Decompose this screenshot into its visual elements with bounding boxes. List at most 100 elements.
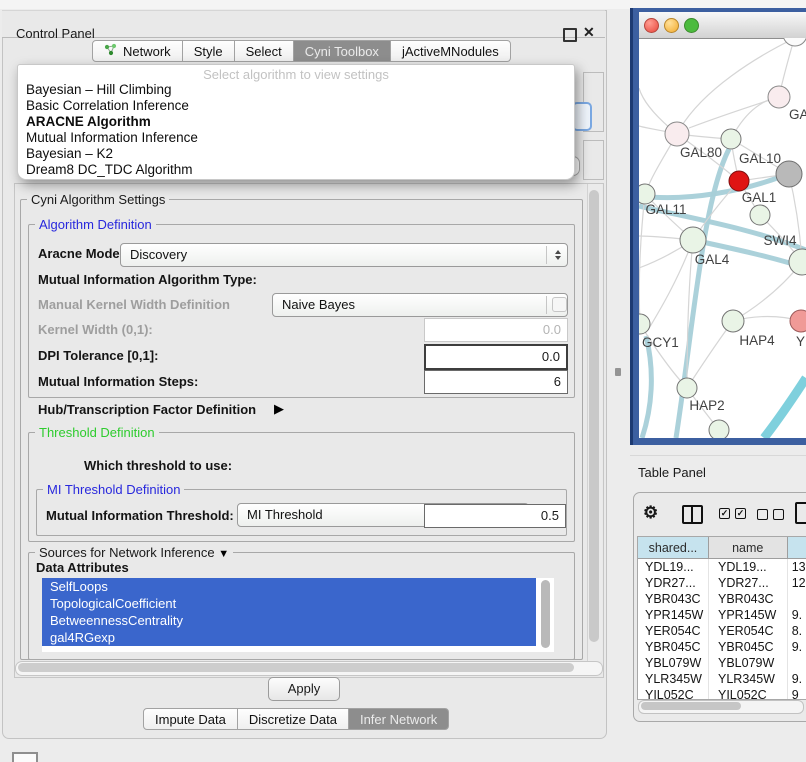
collapse-arrow-icon[interactable]: ▼ [218,548,229,560]
manual-kernel-checkbox[interactable] [552,297,567,312]
mi-type-value: Naive Bayes [282,297,355,312]
network-edge [639,194,645,324]
table-row[interactable]: YDR27...YDR27...12 [638,575,806,591]
table-cell: YPR145W [709,607,788,623]
tab-infer-network[interactable]: Infer Network [348,708,449,730]
algorithm-option[interactable]: Basic Correlation Inference [18,98,574,114]
table-row[interactable]: YBR045CYBR045C9. [638,639,806,655]
node-gray[interactable] [776,161,802,187]
tab-label: Select [246,44,282,59]
group-title: Cyni Algorithm Settings [27,192,169,207]
node-salmon[interactable] [790,310,806,332]
node-hap2[interactable] [677,378,697,398]
node-gcy1[interactable] [639,314,650,334]
apply-button[interactable]: Apply [268,677,340,701]
close-traffic-light-icon[interactable] [644,18,659,33]
algorithm-option[interactable]: Mutual Information Inference [18,130,574,146]
node-gal10[interactable] [721,129,741,149]
algorithm-option[interactable]: ARACNE Algorithm [18,114,574,130]
close-icon[interactable]: ✕ [583,24,595,41]
aracne-mode-select[interactable]: Discovery [120,243,568,267]
select-all-icon[interactable]: ✓✓ [719,508,746,519]
node-hap4[interactable] [722,310,744,332]
horizontal-scrollbar-thumb[interactable] [18,663,574,672]
tab-cyni-toolbox[interactable]: Cyni Toolbox [293,40,391,62]
node-swi4[interactable] [789,249,806,275]
node-gal1-red[interactable] [729,171,749,191]
tab-style[interactable]: Style [182,40,235,62]
algorithm-option[interactable]: Bayesian – Hill Climbing [18,82,574,98]
gear-icon[interactable]: ⚙ [643,503,658,523]
mi-type-select[interactable]: Naive Bayes [272,293,568,317]
table-horizontal-scrollbar-thumb[interactable] [641,702,741,710]
table-cell: YBL079W [709,655,788,671]
tab-label: Cyni Toolbox [305,44,379,59]
node-bottom-partial[interactable] [709,420,729,438]
kernel-width-input[interactable]: 0.0 [424,318,568,342]
tab-network[interactable]: Network [92,40,183,62]
table-row[interactable]: YBR043CYBR043C [638,591,806,607]
table-cell: YBL079W [638,655,709,671]
table-row[interactable]: YLR345WYLR345W9. [638,671,806,687]
which-threshold-label: Which threshold to use: [84,458,232,473]
attribute-item[interactable]: SelfLoops [42,578,536,595]
table-cell: 9 [788,687,806,700]
list-scrollbar-thumb[interactable] [541,580,550,648]
tab-impute-data[interactable]: Impute Data [143,708,238,730]
table-row[interactable]: YER054CYER054C8. [638,623,806,639]
attribute-item[interactable]: gal4RGexp [42,629,536,646]
dpi-tolerance-input[interactable]: 0.0 [424,344,568,370]
tab-select[interactable]: Select [234,40,294,62]
attribute-item[interactable]: BetweennessCentrality [42,612,536,629]
table-row[interactable]: YPR145WYPR145W9. [638,607,806,623]
zoom-traffic-light-icon[interactable] [684,18,699,33]
tab-discretize-data[interactable]: Discretize Data [237,708,349,730]
group-title: Algorithm Definition [35,217,156,232]
export-table-icon[interactable] [795,502,806,524]
network-edge [640,324,687,388]
node-gcy1-label: GCY1 [642,335,679,350]
mi-threshold-input[interactable]: 0.5 [424,504,566,528]
mi-threshold-label: Mutual Information Threshold: [46,508,234,523]
vertical-scrollbar-thumb[interactable] [589,190,599,642]
algorithm-option[interactable]: Bayesian – K2 [18,146,574,162]
node-table: shared... name YDL19...YDL19...13YDR27..… [637,536,806,700]
table-panel-divider [630,455,806,456]
table-row[interactable]: YDL19...YDL19...13 [638,559,806,575]
deselect-all-icon[interactable] [757,509,784,520]
table-row[interactable]: YBL079WYBL079W [638,655,806,671]
group-title: MI Threshold Definition [43,482,184,497]
expand-arrow-icon[interactable]: ▶ [274,401,284,417]
node-gal4[interactable] [680,227,706,253]
column-header-name[interactable]: name [709,537,788,558]
data-attributes-list[interactable]: SelfLoopsTopologicalCoefficientBetweenne… [42,578,554,652]
aracne-mode-value: Discovery [130,247,187,262]
algorithm-placeholder: Select algorithm to view settings [18,65,574,82]
table-cell: YDL19... [638,559,709,575]
panel-splitter-grip[interactable] [615,368,621,376]
node-green-mid[interactable] [750,205,770,225]
mi-steps-input[interactable]: 6 [424,370,568,394]
node-gal11[interactable] [639,184,655,204]
hidden-combo-arrow-button[interactable] [572,102,592,131]
bottom-tabs: Impute Data Discretize Data Infer Networ… [143,708,449,730]
node-top-partial[interactable] [783,38,806,46]
table-cell [788,655,806,671]
column-header-shared-name[interactable]: shared... [638,537,709,558]
tab-jactivemnodules[interactable]: jActiveMNodules [390,40,511,62]
table-cell: YDR27... [638,575,709,591]
control-panel-tabs: Network Style Select Cyni Toolbox jActiv… [92,40,511,62]
algorithm-option[interactable]: Dream8 DC_TDC Algorithm [18,162,574,178]
minimized-panel-icon[interactable] [12,752,38,762]
network-canvas[interactable]: GALGAL80GAL10GAL1GAL11GAL4SWI4HAP4YGCY1H… [639,38,806,438]
table-header-row: shared... name [638,537,806,559]
attribute-item[interactable]: TopologicalCoefficient [42,595,536,612]
column-header-partial[interactable] [788,537,806,558]
node-gal-top[interactable] [768,86,790,108]
node-gal80[interactable] [665,122,689,146]
float-window-icon[interactable] [563,28,577,42]
columns-icon[interactable] [682,505,703,524]
table-cell: YBR045C [638,639,709,655]
minimize-traffic-light-icon[interactable] [664,18,679,33]
table-row[interactable]: YIL052CYIL052C9 [638,687,806,700]
